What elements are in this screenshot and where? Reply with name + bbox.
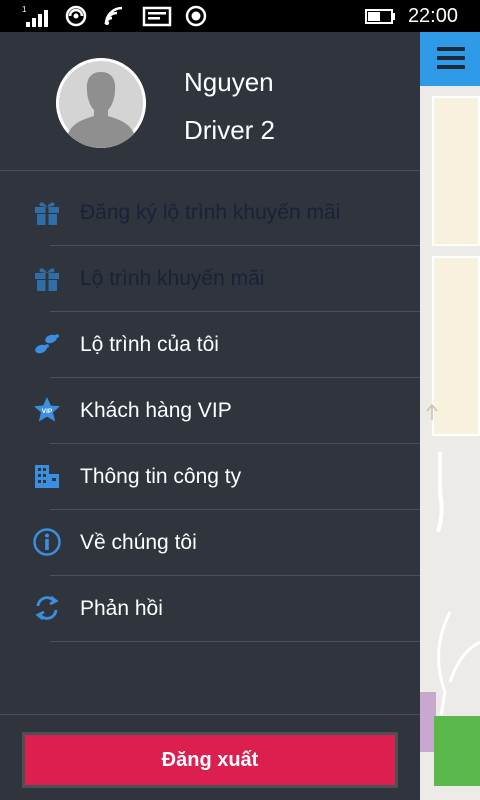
user-name-line2: Driver 2 bbox=[184, 115, 276, 145]
menu-item-label: Đăng ký lộ trình khuyến mãi bbox=[80, 201, 341, 224]
wifi-icon bbox=[104, 6, 123, 25]
location-icon bbox=[185, 5, 207, 27]
battery-icon bbox=[364, 9, 395, 24]
person-silhouette-icon bbox=[56, 58, 146, 148]
hamburger-menu-icon[interactable] bbox=[437, 47, 465, 71]
divider bbox=[0, 714, 420, 715]
user-name-line1: Nguyen bbox=[184, 67, 274, 97]
divider bbox=[50, 641, 420, 642]
menu-item-label: Về chúng tôi bbox=[80, 531, 197, 554]
menu-item-label: Khách hàng VIP bbox=[80, 399, 232, 422]
menu-item-vip-customer[interactable]: VIP Khách hàng VIP bbox=[0, 378, 420, 444]
svg-text:VIP: VIP bbox=[42, 408, 53, 415]
clock: 22:00 bbox=[407, 4, 458, 27]
menu-item-my-route[interactable]: Lộ trình của tôi bbox=[0, 312, 420, 378]
svg-text:1: 1 bbox=[22, 5, 27, 14]
message-icon bbox=[142, 6, 172, 27]
menu-item-label: Lộ trình khuyến mãi bbox=[80, 267, 265, 290]
profile-header[interactable]: Nguyen Driver 2 bbox=[0, 32, 420, 170]
status-bar: 1 22:00 bbox=[0, 0, 480, 32]
menu-item-promo-route[interactable]: Lộ trình khuyến mãi bbox=[0, 246, 420, 312]
feedback-icon bbox=[35, 595, 59, 621]
menu-item-label: Lộ trình của tôi bbox=[80, 333, 219, 356]
avatar[interactable] bbox=[56, 58, 146, 148]
menu-item-label: Thông tin công ty bbox=[80, 465, 242, 488]
menu-list: Đăng ký lộ trình khuyến mãi Lộ trình khu… bbox=[0, 180, 420, 642]
user-name: Nguyen Driver 2 bbox=[184, 62, 384, 150]
data-icon bbox=[65, 5, 87, 27]
menu-item-company-info[interactable]: Thông tin công ty bbox=[0, 444, 420, 510]
navigation-drawer: Nguyen Driver 2 Đăng ký lộ trình khuyến … bbox=[0, 32, 420, 800]
gift-icon bbox=[35, 268, 59, 291]
divider bbox=[0, 170, 420, 171]
menu-item-feedback[interactable]: Phản hồi bbox=[0, 576, 420, 642]
footsteps-icon bbox=[35, 334, 59, 354]
map-arrow-icon bbox=[426, 403, 438, 420]
vip-star-icon: VIP bbox=[34, 397, 60, 422]
menu-item-register-promo-route[interactable]: Đăng ký lộ trình khuyến mãi bbox=[0, 180, 420, 246]
map-header bbox=[420, 32, 480, 86]
menu-item-about-us[interactable]: Về chúng tôi bbox=[0, 510, 420, 576]
logout-button[interactable]: Đăng xuất bbox=[22, 732, 398, 788]
building-icon bbox=[35, 465, 59, 488]
info-icon bbox=[33, 528, 61, 556]
menu-item-label: Phản hồi bbox=[80, 597, 163, 620]
map-green-button[interactable] bbox=[434, 716, 480, 786]
map-view[interactable] bbox=[420, 32, 480, 800]
signal-icon: 1 bbox=[22, 5, 48, 27]
gift-icon bbox=[35, 202, 59, 225]
